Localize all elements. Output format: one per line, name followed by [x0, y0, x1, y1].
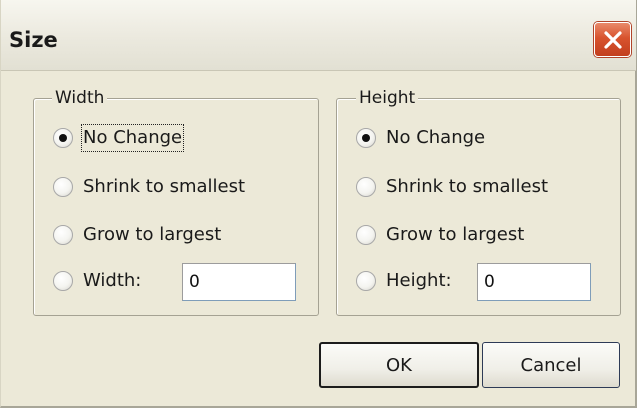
width-grow-label: Grow to largest: [83, 224, 222, 245]
width-custom-label: Width:: [83, 270, 142, 291]
width-no-change-label: No Change: [80, 124, 185, 152]
height-shrink-option[interactable]: Shrink to smallest: [356, 175, 606, 201]
width-no-change-radio[interactable]: [53, 128, 73, 148]
cancel-button[interactable]: Cancel: [482, 342, 620, 388]
width-no-change-option[interactable]: No Change: [53, 124, 293, 152]
height-no-change-option[interactable]: No Change: [356, 126, 596, 152]
width-value-input[interactable]: [182, 263, 296, 301]
height-shrink-label: Shrink to smallest: [386, 176, 549, 197]
width-shrink-label: Shrink to smallest: [83, 176, 246, 197]
width-shrink-radio[interactable]: [53, 177, 73, 197]
ok-button[interactable]: OK: [319, 342, 479, 388]
width-grow-radio[interactable]: [53, 225, 73, 245]
height-grow-option[interactable]: Grow to largest: [356, 223, 606, 249]
close-button[interactable]: [594, 22, 631, 57]
height-no-change-radio[interactable]: [356, 128, 376, 148]
height-custom-option[interactable]: Height:: [356, 269, 476, 295]
width-grow-option[interactable]: Grow to largest: [53, 223, 303, 249]
height-group: Height No Change Shrink to smallest Grow…: [336, 88, 621, 316]
size-dialog: Size Width No Change Shrink to smallest …: [0, 0, 637, 408]
title-bar[interactable]: Size: [1, 0, 636, 71]
width-shrink-option[interactable]: Shrink to smallest: [53, 175, 303, 201]
height-custom-radio[interactable]: [356, 271, 376, 291]
height-grow-radio[interactable]: [356, 225, 376, 245]
height-value-input[interactable]: [477, 263, 591, 301]
dialog-title: Size: [9, 28, 58, 52]
height-custom-label: Height:: [386, 270, 452, 291]
height-group-title: Height: [356, 88, 419, 108]
width-group-title: Width: [52, 88, 108, 108]
height-no-change-label: No Change: [386, 127, 486, 148]
height-shrink-radio[interactable]: [356, 177, 376, 197]
height-grow-label: Grow to largest: [386, 224, 525, 245]
width-group: Width No Change Shrink to smallest Grow …: [33, 88, 319, 316]
close-icon: [604, 31, 622, 49]
width-custom-option[interactable]: Width:: [53, 269, 173, 295]
width-custom-radio[interactable]: [53, 271, 73, 291]
